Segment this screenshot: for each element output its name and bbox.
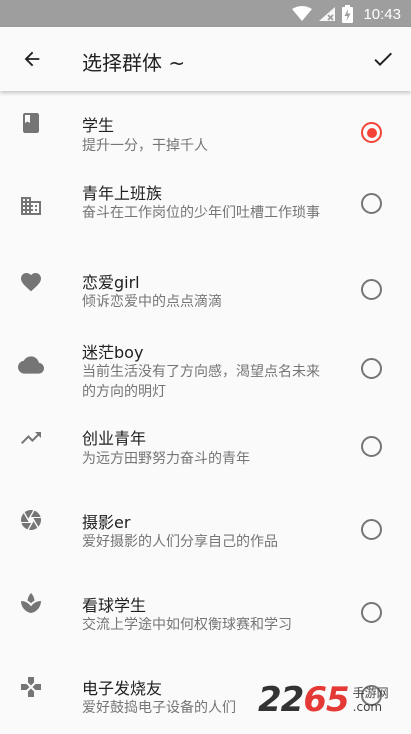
list-item-desc: 爱好摄影的人们分享自己的作品 — [82, 534, 278, 550]
list-item-title: 电子发烧友 — [82, 679, 163, 698]
camera-shutter-icon — [17, 506, 45, 534]
list-item-desc: 倾诉恋爱中的点点滴滴 — [82, 294, 222, 310]
list-item-title: 创业青年 — [82, 429, 147, 448]
radio-button[interactable] — [361, 519, 382, 540]
heart-icon — [17, 268, 45, 296]
radio-button[interactable] — [361, 358, 382, 379]
list-item-desc: 当前生活没有了方向感，渴望点名未来的方向的明灯 — [82, 364, 320, 400]
building-icon — [17, 192, 45, 220]
status-bar: 10:43 — [0, 0, 411, 27]
list-item-love-girl[interactable]: 恋爱girl 倾诉恋爱中的点点滴滴 — [0, 250, 411, 329]
list-item-desc: 提升一分，干掉千人 — [82, 138, 208, 154]
list-item-desc: 为远方田野努力奋斗的青年 — [82, 451, 250, 467]
status-time: 10:43 — [363, 5, 401, 23]
list-item-office-worker[interactable]: 青年上班族 奋斗在工作岗位的少年们吐槽工作琐事 — [0, 168, 411, 250]
no-signal-icon — [319, 7, 336, 21]
list-item-desc: 交流上学途中如何权衡球赛和学习 — [82, 617, 292, 633]
page-title: 选择群体 ~ — [82, 51, 186, 75]
gamepad-icon — [17, 673, 45, 701]
list-item-football-student[interactable]: 看球学生 交流上学途中如何权衡球赛和学习 — [0, 571, 411, 654]
list-item-entrepreneur[interactable]: 创业青年 为远方田野努力奋斗的青年 — [0, 408, 411, 488]
list-item-lost-boy[interactable]: 迷茫boy 当前生活没有了方向感，渴望点名未来的方向的明灯 — [0, 329, 411, 408]
list-item-title: 看球学生 — [82, 596, 147, 615]
list-item-desc: 奋斗在工作岗位的少年们吐槽工作琐事 — [82, 205, 320, 221]
book-icon — [17, 109, 45, 137]
list-item-title: 学生 — [82, 116, 115, 135]
radio-button[interactable] — [361, 602, 382, 623]
confirm-button[interactable] — [367, 43, 399, 75]
wifi-icon — [292, 6, 313, 21]
list-item-title: 迷茫boy — [82, 343, 144, 362]
back-button[interactable] — [16, 43, 48, 75]
radio-button[interactable] — [361, 436, 382, 457]
list-item-title: 青年上班族 — [82, 184, 163, 203]
watermark-logo: 2265 手游网 .com — [258, 680, 389, 720]
trending-up-icon — [17, 424, 45, 452]
list-item-title: 摄影er — [82, 513, 131, 532]
list-item-photographer[interactable]: 摄影er 爱好摄影的人们分享自己的作品 — [0, 488, 411, 571]
list-item-student[interactable]: 学生 提升一分，干掉千人 — [0, 91, 411, 168]
spa-icon — [17, 589, 45, 617]
arrow-back-icon — [24, 51, 40, 67]
check-icon — [374, 52, 392, 66]
watermark-site: 手游网 .com — [352, 686, 389, 714]
radio-button-selected[interactable] — [361, 122, 382, 143]
cloud-icon — [17, 351, 45, 379]
app-bar: 选择群体 ~ — [0, 27, 411, 91]
radio-button[interactable] — [361, 279, 382, 300]
battery-charging-icon — [342, 5, 354, 23]
radio-button[interactable] — [361, 193, 382, 214]
watermark-digits: 2265 — [258, 680, 350, 720]
list-item-title: 恋爱girl — [82, 273, 140, 292]
group-list: 学生 提升一分，干掉千人 青年上班族 奋斗在工作岗位的少年们吐槽工作琐事 恋爱g… — [0, 91, 411, 734]
